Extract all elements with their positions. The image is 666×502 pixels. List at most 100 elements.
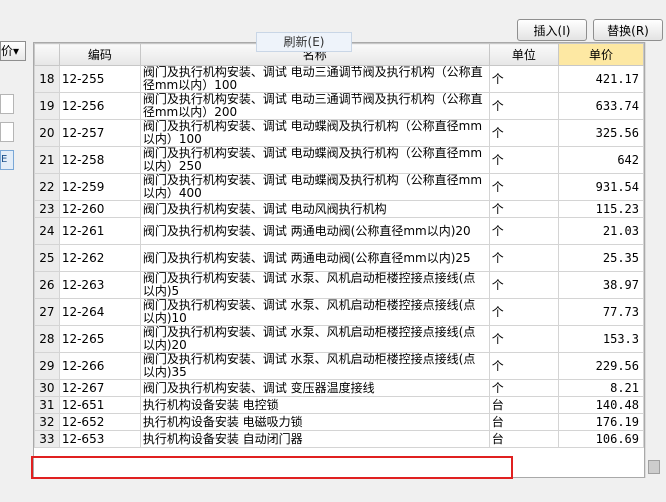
row-name: 阀门及执行机构安装、调试 水泵、风机启动柜楼控接点接线(点以内)5 (139, 271, 490, 299)
row-code: 12-266 (58, 352, 141, 380)
table-row[interactable]: 31 12-651 执行机构设备安装 电控锁台 140.48 (34, 396, 644, 414)
row-unit: 个 (488, 352, 560, 380)
row-code: 12-267 (58, 379, 141, 397)
row-name: 阀门及执行机构安装、调试 变压器温度接线 (139, 379, 490, 397)
quota-table: 编码 名称 单位 单价 18 12-255 阀门及执行机构安装、调试 电动三通调节阀… (33, 42, 645, 478)
table-row[interactable]: 30 12-267 阀门及执行机构安装、调试 变压器温度接线个 8.21 (34, 379, 644, 397)
row-name: 阀门及执行机构安装、调试 两通电动阀(公称直径mm以内)25 (139, 244, 490, 272)
header-unit[interactable]: 单位 (488, 43, 560, 66)
row-index: 26 (34, 271, 60, 299)
row-index: 29 (34, 352, 60, 380)
row-code: 12-262 (58, 244, 141, 272)
row-price: 115.23 (558, 200, 644, 218)
table-body: 18 12-255 阀门及执行机构安装、调试 电动三通调节阀及执行机构（公称直径mm… (34, 65, 644, 448)
row-code: 12-651 (58, 396, 141, 414)
row-price: 25.35 (558, 244, 644, 272)
table-row[interactable]: 27 12-264 阀门及执行机构安装、调试 水泵、风机启动柜楼控接点接线(点以内)… (34, 298, 644, 326)
table-row[interactable]: 24 12-261 阀门及执行机构安装、调试 两通电动阀(公称直径mm以内)20 个 2… (34, 217, 644, 245)
row-name: 阀门及执行机构安装、调试 水泵、风机启动柜楼控接点接线(点以内)20 (139, 325, 490, 353)
row-price: 325.56 (558, 119, 644, 147)
row-name: 阀门及执行机构安装、调试 电动蝶阀及执行机构（公称直径mm以内）250 (139, 146, 490, 174)
row-unit: 个 (488, 298, 560, 326)
row-unit: 台 (488, 413, 560, 431)
row-unit: 个 (488, 65, 560, 93)
row-index: 25 (34, 244, 60, 272)
row-name: 执行机构设备安装 电控锁 (139, 396, 490, 414)
row-price: 176.19 (558, 413, 644, 431)
header-code[interactable]: 编码 (58, 43, 141, 66)
row-index: 32 (34, 413, 60, 431)
row-unit: 个 (488, 271, 560, 299)
row-code: 12-255 (58, 65, 141, 93)
row-name: 阀门及执行机构安装、调试 电动三通调节阀及执行机构（公称直径mm以内）200 (139, 92, 490, 120)
row-name: 阀门及执行机构安装、调试 电动蝶阀及执行机构（公称直径mm以内）100 (139, 119, 490, 147)
row-price: 38.97 (558, 271, 644, 299)
row-index: 22 (34, 173, 60, 201)
header-price[interactable]: 单价 (558, 43, 644, 66)
table-row[interactable]: 26 12-263 阀门及执行机构安装、调试 水泵、风机启动柜楼控接点接线(点以内)… (34, 271, 644, 299)
row-unit: 个 (488, 173, 560, 201)
left-input-1[interactable] (0, 94, 14, 114)
table-row[interactable]: 21 12-258 阀门及执行机构安装、调试 电动蝶阀及执行机构（公称直径mm以内）… (34, 146, 644, 174)
header-index[interactable] (34, 43, 60, 66)
table-row[interactable]: 22 12-259 阀门及执行机构安装、调试 电动蝶阀及执行机构（公称直径mm以内）… (34, 173, 644, 201)
price-dropdown[interactable]: 价▾ (0, 41, 26, 61)
row-name: 阀门及执行机构安装、调试 两通电动阀(公称直径mm以内)20 (139, 217, 490, 245)
table-row[interactable]: 32 12-652 执行机构设备安装 电磁吸力锁台 176.19 (34, 413, 644, 431)
row-unit: 台 (488, 430, 560, 448)
refresh-menu-item[interactable]: 刷新(E) (256, 32, 352, 52)
row-index: 20 (34, 119, 60, 147)
row-index: 33 (34, 430, 60, 448)
scrollbar-thumb[interactable] (648, 460, 660, 474)
table-row[interactable]: 25 12-262 阀门及执行机构安装、调试 两通电动阀(公称直径mm以内)25 个 2… (34, 244, 644, 272)
row-price: 931.54 (558, 173, 644, 201)
table-row[interactable]: 20 12-257 阀门及执行机构安装、调试 电动蝶阀及执行机构（公称直径mm以内）… (34, 119, 644, 147)
table-row[interactable]: 29 12-266 阀门及执行机构安装、调试 水泵、风机启动柜楼控接点接线(点以内)… (34, 352, 644, 380)
row-price: 8.21 (558, 379, 644, 397)
row-unit: 个 (488, 325, 560, 353)
row-code: 12-653 (58, 430, 141, 448)
row-code: 12-256 (58, 92, 141, 120)
table-row[interactable]: 19 12-256 阀门及执行机构安装、调试 电动三通调节阀及执行机构（公称直径mm… (34, 92, 644, 120)
row-price: 21.03 (558, 217, 644, 245)
row-index: 18 (34, 65, 60, 93)
table-row[interactable]: 33 12-653 执行机构设备安装 自动闭门器台 106.69 (34, 430, 644, 448)
table-row[interactable]: 18 12-255 阀门及执行机构安装、调试 电动三通调节阀及执行机构（公称直径mm… (34, 65, 644, 93)
row-unit: 个 (488, 119, 560, 147)
row-name: 阀门及执行机构安装、调试 电动三通调节阀及执行机构（公称直径mm以内）100 (139, 65, 490, 93)
row-unit: 个 (488, 200, 560, 218)
row-unit: 个 (488, 379, 560, 397)
row-unit: 个 (488, 244, 560, 272)
row-price: 229.56 (558, 352, 644, 380)
row-price: 642 (558, 146, 644, 174)
row-price: 106.69 (558, 430, 644, 448)
left-selected-box[interactable]: E (0, 150, 14, 170)
row-code: 12-259 (58, 173, 141, 201)
row-unit: 台 (488, 396, 560, 414)
table-row[interactable]: 28 12-265 阀门及执行机构安装、调试 水泵、风机启动柜楼控接点接线(点以内)… (34, 325, 644, 353)
row-code: 12-265 (58, 325, 141, 353)
replace-button[interactable]: 替换(R) (593, 19, 663, 41)
row-code: 12-263 (58, 271, 141, 299)
left-panel: E (0, 42, 28, 502)
vertical-scrollbar[interactable] (645, 42, 663, 478)
row-unit: 个 (488, 92, 560, 120)
row-price: 153.3 (558, 325, 644, 353)
row-unit: 个 (488, 217, 560, 245)
insert-button[interactable]: 插入(I) (517, 19, 587, 41)
row-index: 31 (34, 396, 60, 414)
row-code: 12-258 (58, 146, 141, 174)
row-name: 执行机构设备安装 自动闭门器 (139, 430, 490, 448)
row-name: 阀门及执行机构安装、调试 电动风阀执行机构 (139, 200, 490, 218)
row-index: 28 (34, 325, 60, 353)
row-unit: 个 (488, 146, 560, 174)
left-input-2[interactable] (0, 122, 14, 142)
row-code: 12-652 (58, 413, 141, 431)
row-index: 27 (34, 298, 60, 326)
table-row[interactable]: 23 12-260 阀门及执行机构安装、调试 电动风阀执行机构个 115.23 (34, 200, 644, 218)
chevron-down-icon: ▾ (13, 44, 20, 58)
row-code: 12-264 (58, 298, 141, 326)
row-code: 12-257 (58, 119, 141, 147)
row-name: 阀门及执行机构安装、调试 水泵、风机启动柜楼控接点接线(点以内)35 (139, 352, 490, 380)
row-index: 19 (34, 92, 60, 120)
